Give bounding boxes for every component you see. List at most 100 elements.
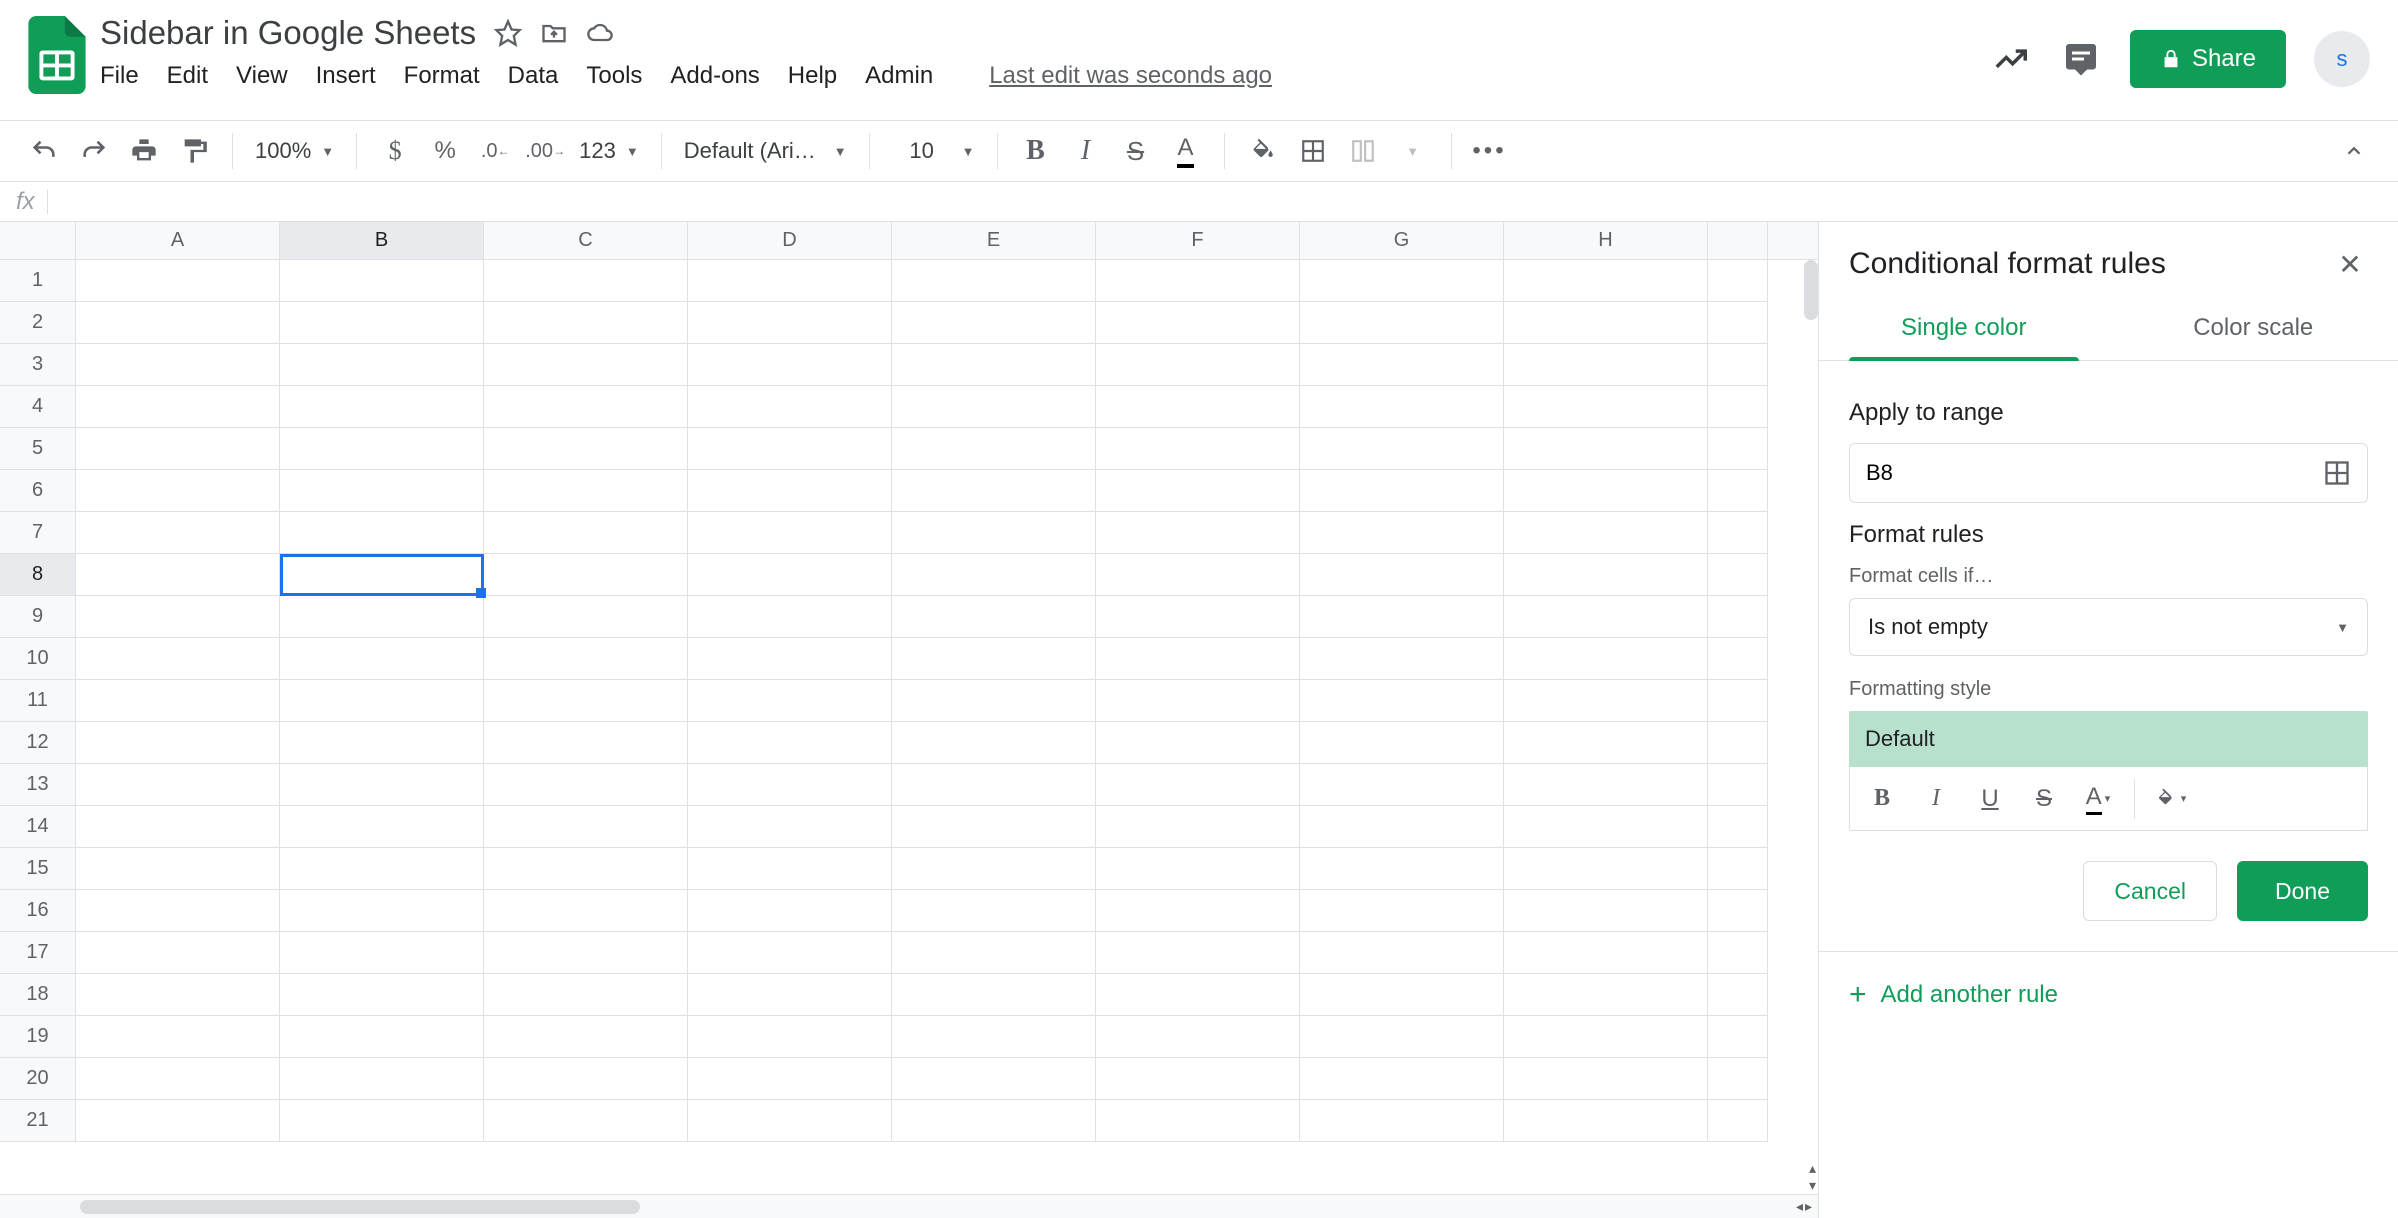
cell[interactable] — [1300, 806, 1504, 848]
cell[interactable] — [688, 512, 892, 554]
cell[interactable] — [484, 890, 688, 932]
strikethrough-button[interactable]: S — [1114, 129, 1158, 173]
menu-edit[interactable]: Edit — [167, 62, 208, 90]
cell[interactable] — [892, 1016, 1096, 1058]
currency-button[interactable]: $ — [373, 129, 417, 173]
cell[interactable] — [1504, 848, 1708, 890]
cell[interactable] — [76, 848, 280, 890]
cell[interactable] — [892, 680, 1096, 722]
cell[interactable] — [76, 1016, 280, 1058]
cell[interactable] — [1096, 596, 1300, 638]
cell[interactable] — [484, 1058, 688, 1100]
cell[interactable] — [280, 596, 484, 638]
cell[interactable] — [1504, 1058, 1708, 1100]
cell[interactable] — [892, 596, 1096, 638]
cell[interactable] — [280, 890, 484, 932]
cell[interactable] — [280, 386, 484, 428]
select-all-corner[interactable] — [0, 222, 76, 259]
cell[interactable] — [1300, 974, 1504, 1016]
row-header[interactable]: 3 — [0, 344, 76, 386]
condition-dropdown[interactable]: Is not empty ▼ — [1849, 598, 2368, 656]
close-icon[interactable]: ✕ — [2332, 246, 2368, 282]
cell[interactable] — [1708, 890, 1768, 932]
cell[interactable] — [1096, 932, 1300, 974]
cell[interactable] — [688, 386, 892, 428]
cell[interactable] — [892, 470, 1096, 512]
cell[interactable] — [688, 806, 892, 848]
cell[interactable] — [1708, 1058, 1768, 1100]
horizontal-scrollbar[interactable]: ◂▸ — [0, 1194, 1818, 1218]
cell[interactable] — [1096, 1100, 1300, 1142]
cell[interactable] — [1504, 932, 1708, 974]
cell[interactable] — [1300, 260, 1504, 302]
row-header[interactable]: 4 — [0, 386, 76, 428]
cell[interactable] — [1300, 428, 1504, 470]
underline-button[interactable]: U — [1966, 775, 2014, 823]
cell[interactable] — [1096, 512, 1300, 554]
cell[interactable] — [1096, 386, 1300, 428]
cell[interactable] — [280, 638, 484, 680]
cell[interactable] — [892, 1100, 1096, 1142]
percent-button[interactable]: % — [423, 129, 467, 173]
cell[interactable] — [76, 428, 280, 470]
font-size-dropdown[interactable]: 10▼ — [886, 138, 981, 164]
strikethrough-button[interactable]: S — [2020, 775, 2068, 823]
cell[interactable] — [1096, 554, 1300, 596]
cell[interactable] — [1300, 932, 1504, 974]
style-preview[interactable]: Default — [1849, 711, 2368, 767]
cell[interactable] — [76, 806, 280, 848]
cell[interactable] — [1096, 764, 1300, 806]
cell[interactable] — [688, 344, 892, 386]
col-header[interactable]: H — [1504, 222, 1708, 259]
cell[interactable] — [484, 512, 688, 554]
cell[interactable] — [1504, 470, 1708, 512]
cloud-status-icon[interactable] — [586, 19, 614, 47]
grid-select-icon[interactable] — [2323, 459, 2351, 487]
cell[interactable] — [1300, 1100, 1504, 1142]
cell[interactable] — [76, 638, 280, 680]
cell[interactable] — [1096, 890, 1300, 932]
cell[interactable] — [484, 932, 688, 974]
cell[interactable] — [484, 680, 688, 722]
cell[interactable] — [1300, 848, 1504, 890]
cell[interactable] — [1300, 764, 1504, 806]
cell[interactable] — [1708, 764, 1768, 806]
cell[interactable] — [892, 848, 1096, 890]
cell[interactable] — [484, 260, 688, 302]
italic-button[interactable]: I — [1064, 129, 1108, 173]
cell[interactable] — [1300, 680, 1504, 722]
menu-help[interactable]: Help — [788, 62, 837, 90]
cell[interactable] — [1504, 260, 1708, 302]
cell[interactable] — [1300, 470, 1504, 512]
cell[interactable] — [76, 554, 280, 596]
cell[interactable] — [1300, 722, 1504, 764]
cell[interactable] — [688, 260, 892, 302]
cell[interactable] — [280, 470, 484, 512]
menu-admin[interactable]: Admin — [865, 62, 933, 90]
cell[interactable] — [1708, 260, 1768, 302]
row-header[interactable]: 5 — [0, 428, 76, 470]
cell[interactable] — [892, 428, 1096, 470]
cell[interactable] — [892, 638, 1096, 680]
cell[interactable] — [1096, 1016, 1300, 1058]
cell[interactable] — [1708, 848, 1768, 890]
cell[interactable] — [1708, 1016, 1768, 1058]
cell[interactable] — [688, 638, 892, 680]
cell[interactable] — [76, 470, 280, 512]
cell[interactable] — [76, 260, 280, 302]
cell[interactable] — [688, 764, 892, 806]
cell[interactable] — [484, 428, 688, 470]
cell[interactable] — [1504, 596, 1708, 638]
cell[interactable] — [1300, 1058, 1504, 1100]
cell[interactable] — [280, 932, 484, 974]
range-input[interactable] — [1849, 443, 2368, 503]
cell[interactable] — [76, 1100, 280, 1142]
cell[interactable] — [484, 302, 688, 344]
cell[interactable] — [280, 806, 484, 848]
cell[interactable] — [1096, 1058, 1300, 1100]
cell[interactable] — [76, 596, 280, 638]
cell[interactable] — [688, 1100, 892, 1142]
cell[interactable] — [484, 596, 688, 638]
row-header[interactable]: 15 — [0, 848, 76, 890]
cell[interactable] — [1096, 470, 1300, 512]
